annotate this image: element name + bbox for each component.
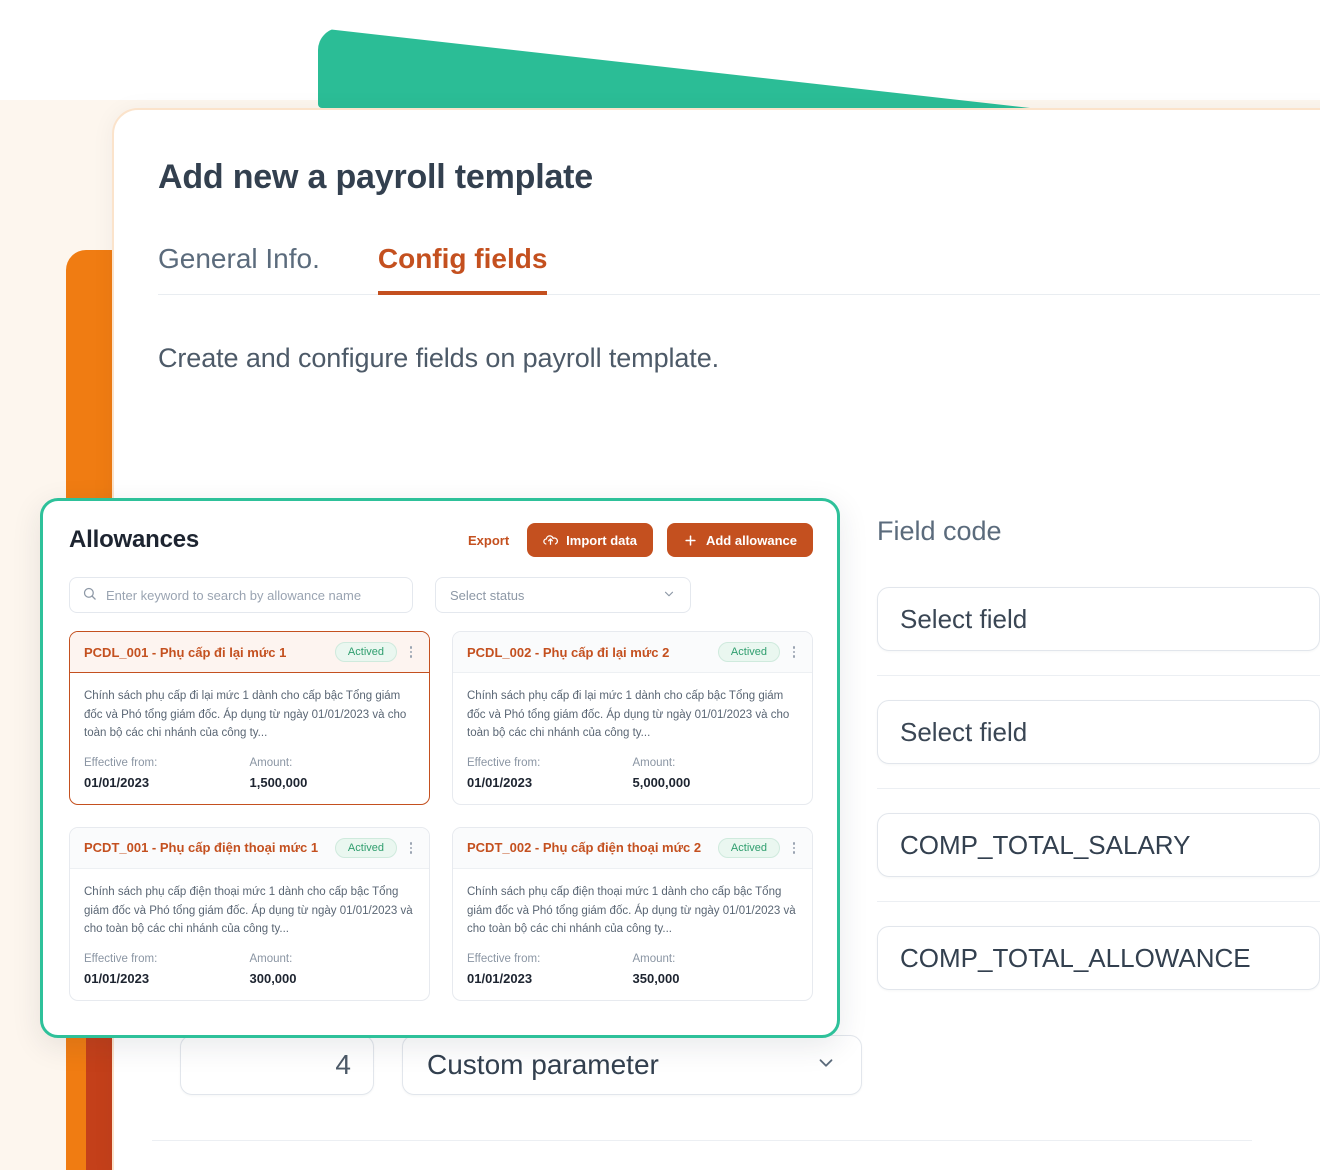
tab-bar: General Info. Config fields — [158, 243, 1320, 295]
allowance-card[interactable]: PCDT_001 - Phụ cấp điện thoại mức 1 Acti… — [69, 826, 430, 1001]
allowance-code: PCDL_001 - Phụ cấp đi lại mức 1 — [84, 644, 287, 660]
plus-icon — [683, 533, 698, 548]
search-icon — [82, 586, 97, 604]
effective-from-value: 01/01/2023 — [467, 970, 533, 986]
amount-value: 1,500,000 — [249, 774, 308, 790]
amount-label: Amount: — [632, 952, 676, 965]
effective-from-label: Effective from: — [467, 756, 541, 769]
field-code-header: Field code — [877, 516, 1002, 546]
field-code-row: COMP_TOTAL_ALLOWANCE — [877, 901, 1320, 1014]
allowances-title: Allowances — [69, 526, 200, 553]
screenshot-stage: Add new a payroll template General Info.… — [0, 0, 1320, 1170]
field-type-select[interactable]: Custom parameter — [402, 1035, 862, 1095]
effective-from-value: 01/01/2023 — [84, 774, 150, 790]
allowances-header: Allowances Export Import data Add allowa… — [69, 523, 813, 557]
allowance-description: Chính sách phụ cấp điện thoại mức 1 dành… — [467, 885, 796, 936]
allowance-card-header: PCDT_002 - Phụ cấp điện thoại mức 2 Acti… — [453, 827, 812, 869]
import-data-button[interactable]: Import data — [527, 523, 653, 557]
chevron-down-icon — [815, 1049, 837, 1081]
amount-label: Amount: — [249, 756, 293, 769]
tab-general-info[interactable]: General Info. — [158, 243, 320, 295]
add-allowance-button[interactable]: Add allowance — [666, 523, 813, 557]
field-code-row: Select field — [877, 547, 1320, 675]
status-filter-label: Select status — [450, 587, 525, 603]
field-order-number[interactable]: 4 — [180, 1035, 374, 1095]
status-badge: Actived — [334, 642, 397, 662]
field-code-column: Field code Select field Select field COM… — [877, 516, 1320, 1014]
chevron-down-icon — [662, 587, 676, 604]
effective-from-value: 01/01/2023 — [467, 774, 533, 790]
allowance-code: PCDT_002 - Phụ cấp điện thoại mức 2 — [467, 840, 702, 856]
effective-from-value: 01/01/2023 — [84, 970, 150, 986]
amount-value: 350,000 — [632, 970, 680, 986]
field-code-select-4[interactable]: COMP_TOTAL_ALLOWANCE — [877, 926, 1320, 990]
allowance-description: Chính sách phụ cấp đi lại mức 1 dành cho… — [467, 690, 790, 740]
tab-divider — [158, 294, 1320, 295]
page-title: Add new a payroll template — [158, 158, 594, 196]
amount-label: Amount: — [632, 756, 676, 769]
field-type-label: Custom parameter — [427, 1049, 659, 1080]
allowance-card[interactable]: PCDL_001 - Phụ cấp đi lại mức 1 Actived … — [69, 631, 430, 805]
allowance-description: Chính sách phụ cấp đi lại mức 1 dành cho… — [84, 690, 407, 740]
tab-config-fields[interactable]: Config fields — [377, 243, 548, 295]
field-config-bottom-row: 4 Custom parameter — [180, 1035, 862, 1095]
more-vertical-icon[interactable] — [786, 646, 802, 658]
allowance-code: PCDL_002 - Phụ cấp đi lại mức 2 — [467, 644, 670, 660]
status-badge: Actived — [334, 837, 397, 858]
decorative-teal-wedge — [318, 28, 1030, 108]
page-subtitle: Create and configure fields on payroll t… — [158, 343, 720, 373]
allowance-card[interactable]: PCDL_002 - Phụ cấp đi lại mức 2 Actived … — [452, 631, 813, 805]
search-input[interactable]: Enter keyword to search by allowance nam… — [69, 577, 413, 613]
field-code-select-1[interactable]: Select field — [877, 587, 1320, 651]
amount-label: Amount: — [249, 952, 293, 965]
more-vertical-icon[interactable] — [403, 842, 419, 854]
status-filter-select[interactable]: Select status — [435, 577, 691, 613]
search-placeholder: Enter keyword to search by allowance nam… — [106, 587, 362, 603]
amount-value: 300,000 — [249, 970, 297, 986]
more-vertical-icon[interactable] — [786, 842, 802, 854]
amount-value: 5,000,000 — [632, 774, 691, 790]
allowance-card-header: PCDL_001 - Phụ cấp đi lại mức 1 Actived — [70, 632, 429, 673]
allowances-panel: Allowances Export Import data Add allowa… — [40, 498, 840, 1038]
allowance-card-header: PCDT_001 - Phụ cấp điện thoại mức 1 Acti… — [70, 827, 429, 869]
cloud-upload-icon — [543, 533, 559, 548]
more-vertical-icon[interactable] — [403, 646, 419, 658]
allowances-actions: Export Import data Add allowance — [464, 523, 813, 557]
bottom-divider — [152, 1140, 1252, 1141]
field-code-row: COMP_TOTAL_SALARY — [877, 788, 1320, 901]
field-code-row: Select field — [877, 675, 1320, 788]
field-code-select-2[interactable]: Select field — [877, 700, 1320, 764]
import-data-label: Import data — [566, 532, 637, 548]
allowance-card-grid: PCDL_001 - Phụ cấp đi lại mức 1 Actived … — [69, 631, 813, 1001]
status-badge: Actived — [717, 837, 780, 858]
effective-from-label: Effective from: — [467, 952, 541, 965]
allowance-card[interactable]: PCDT_002 - Phụ cấp điện thoại mức 2 Acti… — [452, 826, 813, 1001]
effective-from-label: Effective from: — [84, 756, 158, 769]
add-allowance-label: Add allowance — [705, 532, 797, 548]
export-button[interactable]: Export — [464, 531, 513, 550]
allowances-filters: Enter keyword to search by allowance nam… — [69, 577, 813, 613]
allowance-code: PCDT_001 - Phụ cấp điện thoại mức 1 — [84, 840, 319, 856]
allowance-description: Chính sách phụ cấp điện thoại mức 1 dành… — [84, 885, 413, 936]
effective-from-label: Effective from: — [84, 952, 158, 965]
status-badge: Actived — [717, 642, 780, 662]
field-code-select-3[interactable]: COMP_TOTAL_SALARY — [877, 813, 1320, 877]
allowance-card-header: PCDL_002 - Phụ cấp đi lại mức 2 Actived — [453, 632, 812, 673]
